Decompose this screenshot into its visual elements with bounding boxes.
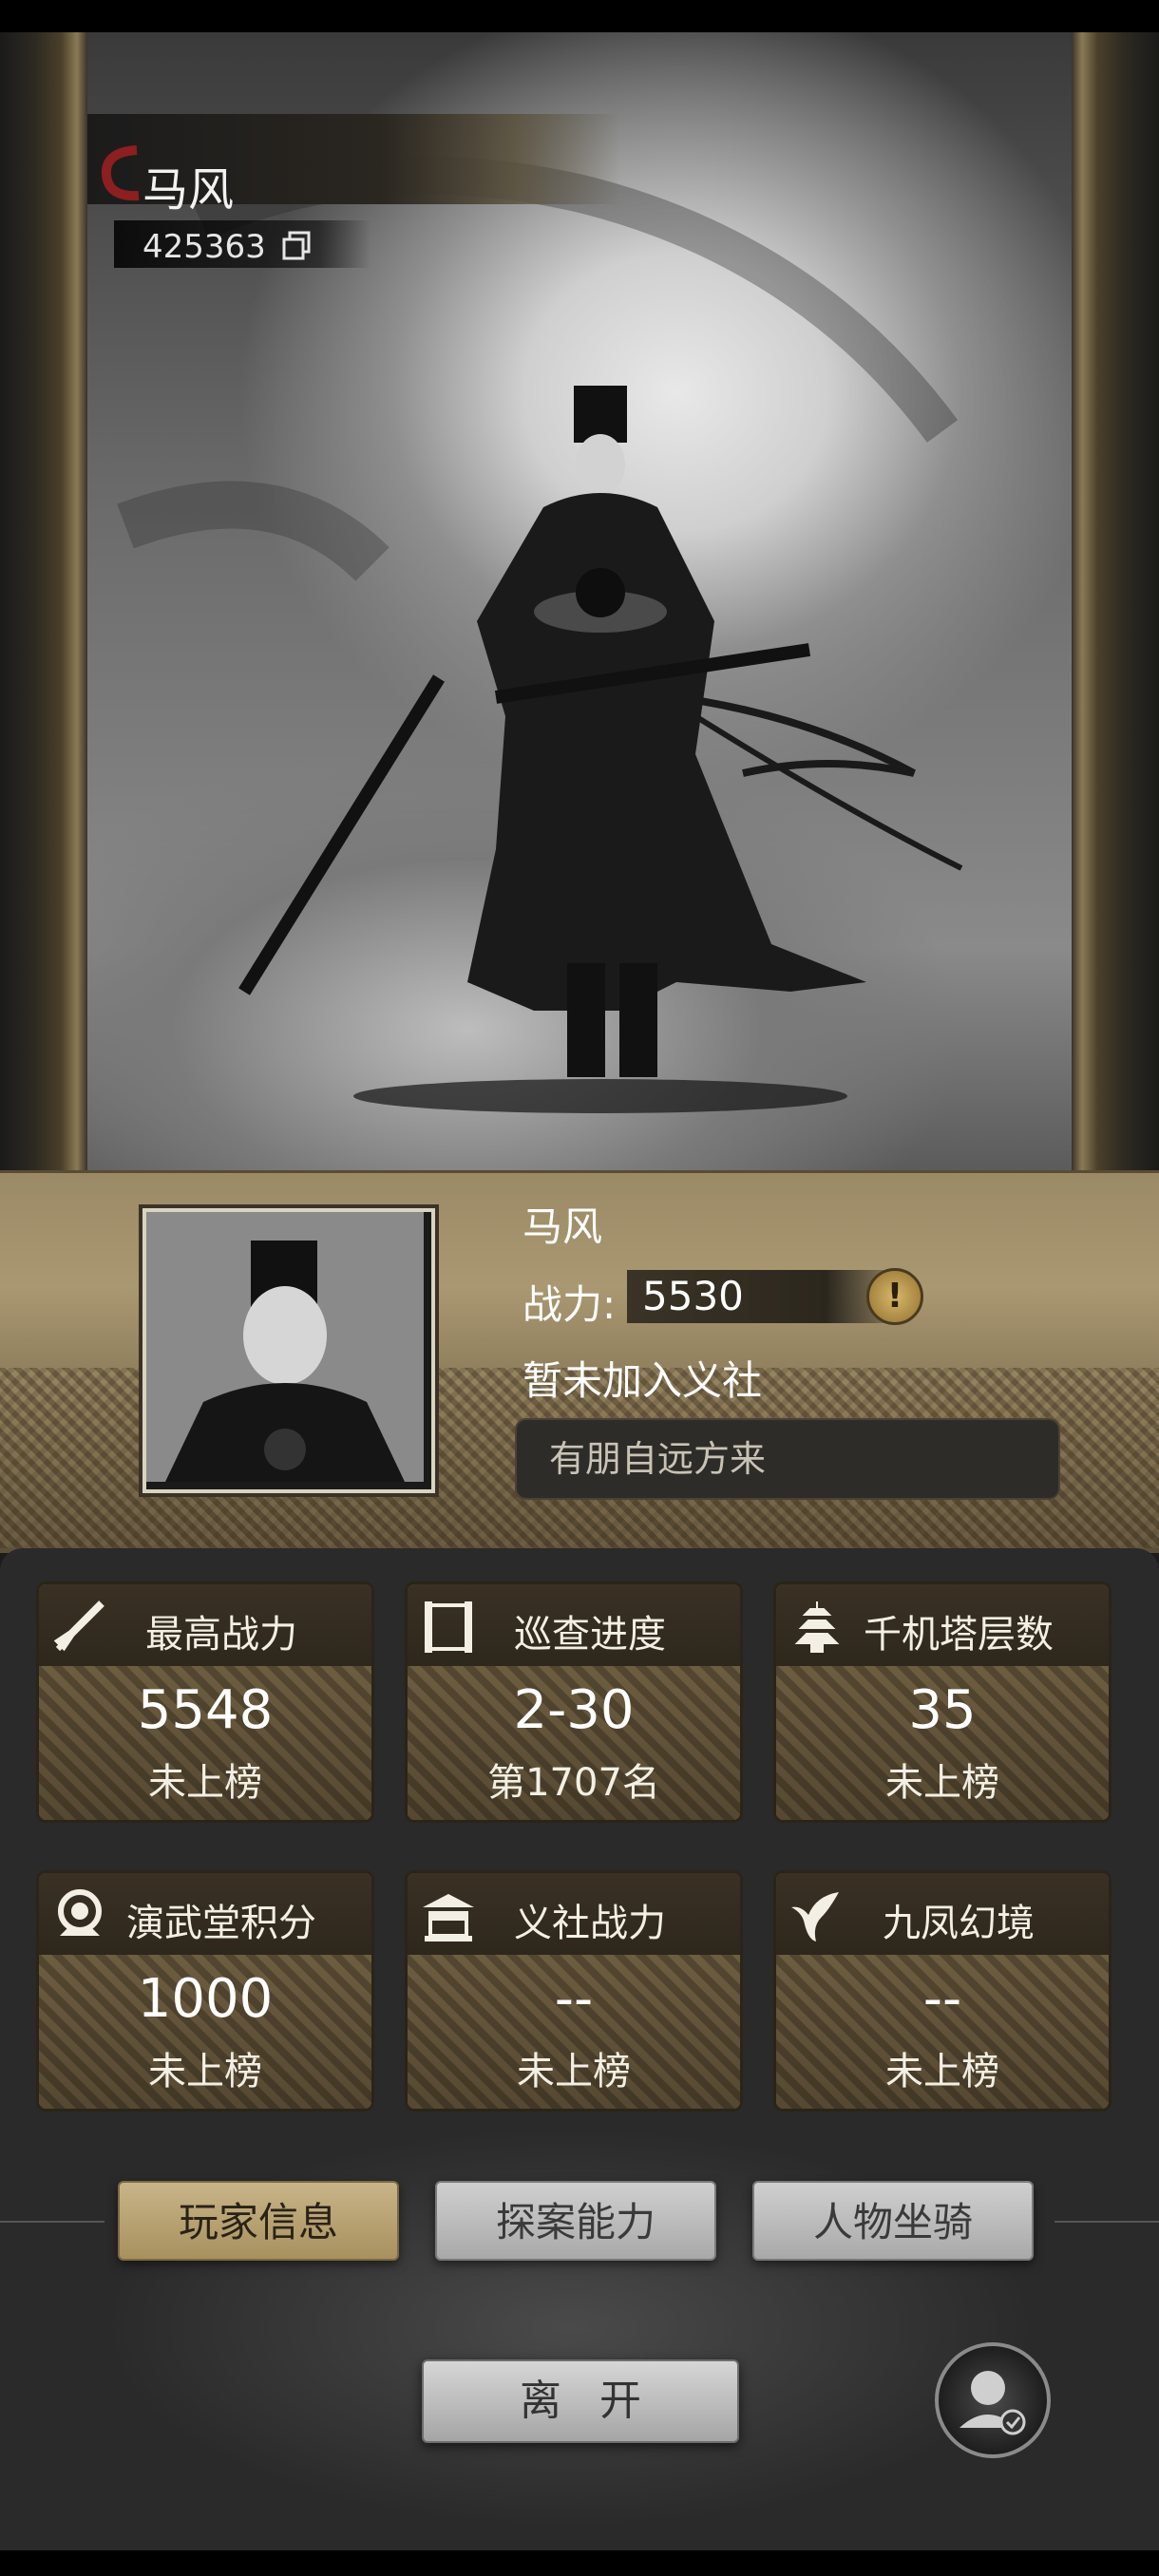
power-value: 5530 (642, 1273, 744, 1319)
stat-card-max-power: 最高战力 5548 未上榜 (36, 1582, 374, 1823)
leave-button[interactable]: 离开 (422, 2359, 739, 2443)
guild-status: 暂未加入义社 (522, 1357, 763, 1404)
stat-title: 义社战力 (514, 1902, 666, 1945)
stat-rank: 第1707名 (487, 1761, 660, 1805)
player-name-banner: 马风 (142, 163, 235, 217)
tab-investigation-ability[interactable]: 探案能力 (435, 2181, 716, 2261)
navigation-bar (0, 2550, 1159, 2576)
stat-rank: 未上榜 (885, 2050, 999, 2093)
player-name: 马风 (522, 1203, 603, 1250)
avatar (142, 1208, 435, 1493)
stat-value: -- (554, 1968, 594, 2030)
stat-title: 九凤幻境 (883, 1902, 1035, 1945)
stat-card-patrol-progress: 巡查进度 2-30 第1707名 (405, 1582, 743, 1823)
tab-player-info[interactable]: 玩家信息 (118, 2181, 399, 2261)
power-label: 战力: (522, 1281, 617, 1328)
right-frame-pillar (1072, 32, 1159, 1177)
stat-value: 5548 (137, 1679, 274, 1741)
stat-value: 2-30 (513, 1679, 635, 1741)
tab-divider-right (1054, 2221, 1159, 2223)
avatar-portrait-icon (146, 1212, 424, 1482)
stat-title: 最高战力 (145, 1613, 297, 1657)
tab-divider-left (0, 2221, 104, 2223)
stat-title: 千机塔层数 (864, 1613, 1054, 1657)
stat-value: 1000 (137, 1968, 274, 2030)
stat-card-tower-floors: 千机塔层数 35 未上榜 (773, 1582, 1112, 1823)
stat-card-arena-score: 演武堂积分 1000 未上榜 (36, 1870, 374, 2112)
stat-card-phoenix-realm: 九凤幻境 -- 未上榜 (773, 1870, 1112, 2112)
power-info-icon[interactable]: ! (866, 1268, 923, 1325)
stat-title: 巡查进度 (514, 1613, 666, 1657)
stat-rank: 未上榜 (517, 2050, 631, 2093)
stat-value: 35 (908, 1679, 977, 1741)
stat-rank: 未上榜 (148, 2050, 262, 2093)
left-frame-pillar (0, 32, 87, 1177)
stat-title: 演武堂积分 (126, 1902, 316, 1945)
stat-card-guild-power: 义社战力 -- 未上榜 (405, 1870, 743, 2112)
tab-character-mount[interactable]: 人物坐骑 (752, 2181, 1034, 2261)
player-id: 425363 (142, 228, 266, 266)
stat-value: -- (922, 1968, 962, 2030)
copy-icon[interactable] (281, 230, 314, 262)
add-friend-button[interactable] (935, 2342, 1051, 2458)
status-bar (0, 0, 1159, 32)
motto-field[interactable]: 有朋自远方来 (515, 1418, 1060, 1500)
ink-brush-logo-icon (101, 145, 140, 201)
stat-rank: 未上榜 (148, 1761, 262, 1805)
user-check-icon (960, 2371, 1026, 2435)
stat-rank: 未上榜 (885, 1761, 999, 1805)
